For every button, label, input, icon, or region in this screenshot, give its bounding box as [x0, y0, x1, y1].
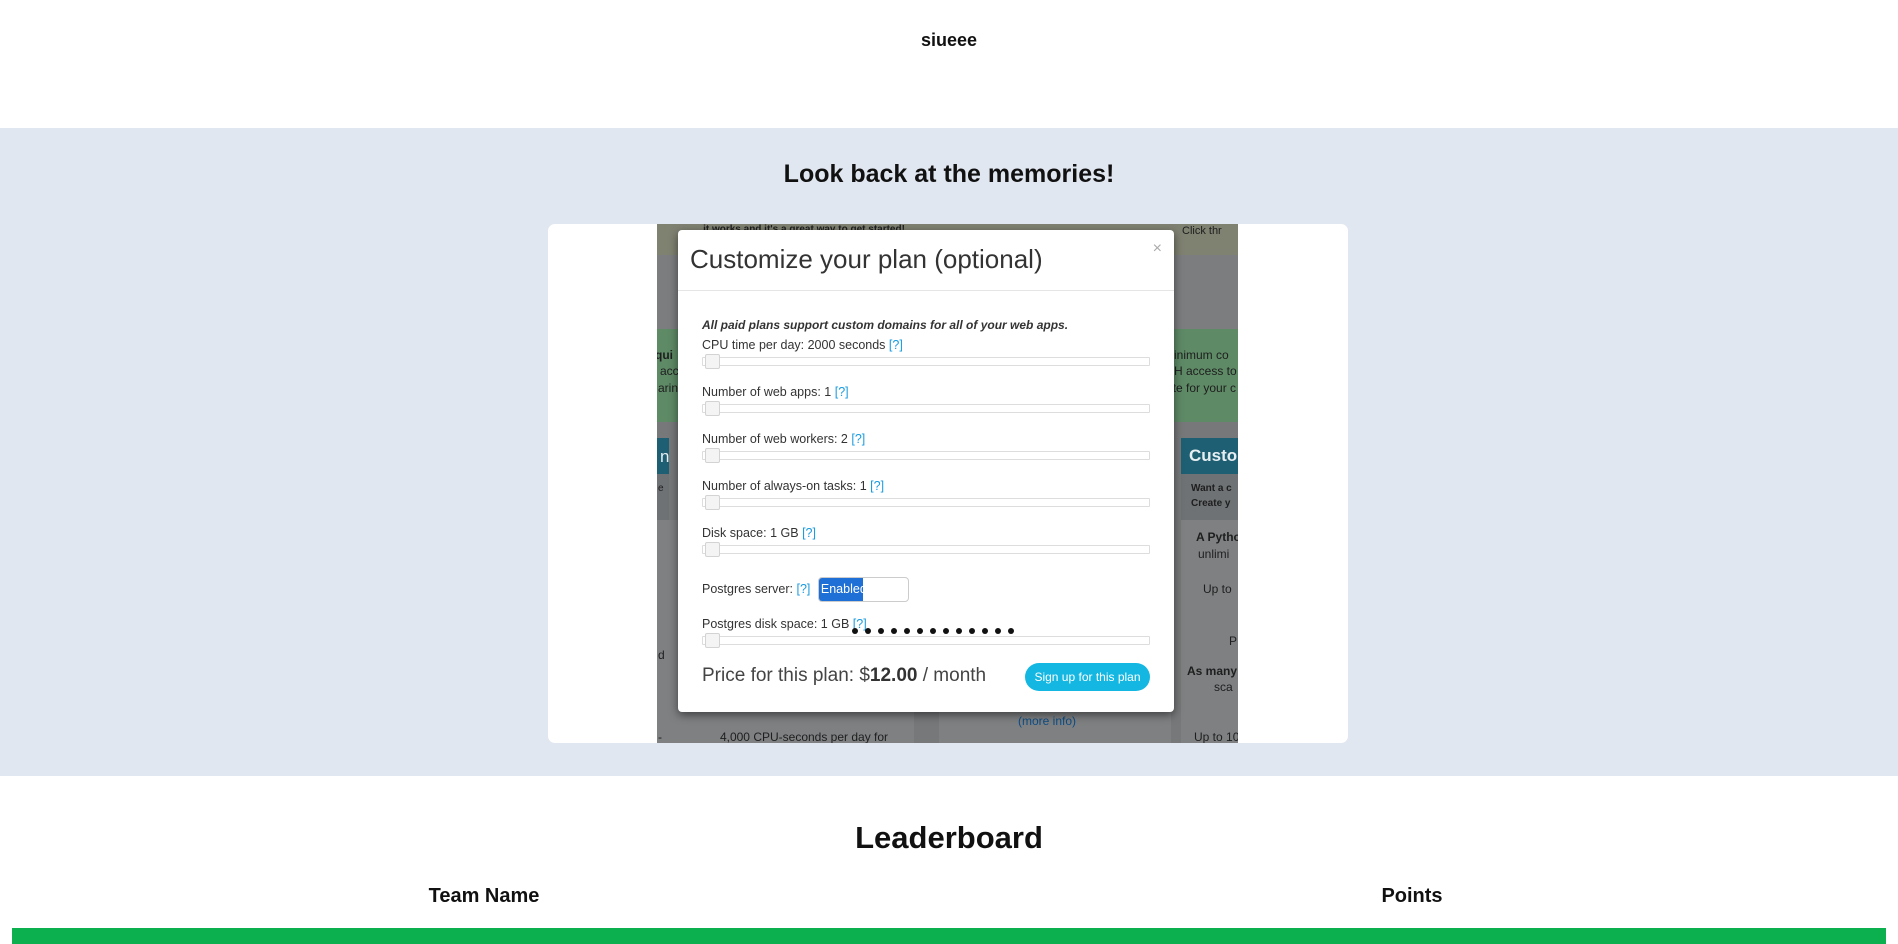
- slider-row: Number of web workers: 2 [?]: [702, 432, 865, 446]
- leaderboard-header-row: [12, 928, 1886, 944]
- plan-slider: [702, 354, 1150, 369]
- bg-text: Click thr: [1182, 225, 1222, 237]
- slider-handle: [705, 401, 720, 416]
- carousel-dot[interactable]: [982, 628, 988, 634]
- memories-section: Look back at the memories! it works and …: [0, 128, 1898, 776]
- memories-title: Look back at the memories!: [783, 160, 1115, 188]
- bg-text: minimum co: [1174, 348, 1229, 362]
- bg-text: Want a c: [1191, 483, 1232, 494]
- bg-text: A Pytho: [1196, 530, 1238, 544]
- slider-label: Number of always-on tasks: 1: [702, 479, 867, 493]
- bg-text: 4,000 CPU-seconds per day for: [719, 730, 889, 743]
- help-link: [?]: [802, 526, 816, 540]
- slider-label: CPU time per day: 2000 seconds: [702, 338, 886, 352]
- bg-text: e: [658, 483, 664, 494]
- plan-slider: [702, 448, 1150, 463]
- slider-label: Disk space: 1 GB: [702, 526, 799, 540]
- custom-domains-note: All paid plans support custom domains fo…: [702, 318, 1069, 332]
- carousel-slide-image: it works and it's a great way to get sta…: [657, 224, 1238, 743]
- help-link: [?]: [851, 432, 866, 446]
- slider-row: Disk space: 1 GB [?]: [702, 526, 816, 540]
- carousel-dot[interactable]: [943, 628, 949, 634]
- more-info-link: (more info): [1017, 714, 1077, 728]
- slider-handle: [705, 354, 720, 369]
- bg-text: As many: [1187, 664, 1238, 678]
- leaderboard-title: Leaderboard: [855, 820, 1043, 855]
- carousel-dot[interactable]: [917, 628, 923, 634]
- carousel-dot[interactable]: [891, 628, 897, 634]
- bg-text: Up to 10: [1194, 730, 1238, 743]
- slider-label: Postgres disk space: 1 GB: [702, 617, 850, 631]
- help-link: [?]: [834, 385, 849, 399]
- plan-price: Price for this plan: $12.00 / month: [702, 665, 986, 687]
- carousel-dots: [852, 628, 1052, 638]
- bg-text: acc: [660, 364, 678, 378]
- bg-card: [1181, 474, 1238, 520]
- postgres-server-label: Postgres server:: [702, 581, 794, 596]
- bg-text: unlimi: [1198, 547, 1230, 561]
- bg-right-strip: Click thr minimum co SH access to ate fo…: [1174, 224, 1238, 743]
- bg-text: sca: [1214, 680, 1233, 694]
- slider-row: Number of web apps: 1 [?]: [702, 385, 849, 399]
- carousel-dot[interactable]: [852, 628, 858, 634]
- bg-card-header: Custom: [1181, 438, 1238, 474]
- plan-slider: [702, 495, 1150, 510]
- price-value: 12.00: [869, 665, 918, 686]
- postgres-toggle: Enabled: [817, 577, 909, 602]
- carousel-dot[interactable]: [995, 628, 1001, 634]
- postgres-server-row: Postgres server: [?] Enabled: [702, 577, 909, 602]
- slider-handle: [705, 542, 720, 557]
- bg-text: -qui: [657, 348, 673, 362]
- help-link: [?]: [870, 479, 885, 493]
- slider-handle: [705, 448, 720, 463]
- carousel-dot[interactable]: [904, 628, 910, 634]
- bg-text: SH access to: [1174, 364, 1237, 378]
- customize-plan-modal: Customize your plan (optional) × All pai…: [678, 230, 1174, 712]
- help-link: [?]: [796, 581, 811, 596]
- bg-text: P: [1229, 634, 1238, 648]
- bg-text: arin: [658, 381, 678, 395]
- carousel-dot[interactable]: [969, 628, 975, 634]
- bg-text: n: [660, 447, 670, 466]
- plan-slider: [702, 401, 1150, 416]
- slider-row: CPU time per day: 2000 seconds [?]: [702, 338, 903, 352]
- price-suffix: / month: [917, 665, 987, 686]
- divider: [678, 290, 1174, 291]
- bg-left-strip: -qui acc arin n e d -: [657, 224, 678, 743]
- slider-handle: [705, 633, 720, 648]
- carousel-dot[interactable]: [1008, 628, 1014, 634]
- close-icon: ×: [1152, 240, 1162, 257]
- carousel-dot[interactable]: [930, 628, 936, 634]
- carousel-dot[interactable]: [878, 628, 884, 634]
- column-header-team-name: Team Name: [428, 885, 540, 907]
- slider-label: Number of web workers: 2: [702, 432, 848, 446]
- column-header-points: Points: [1381, 885, 1443, 907]
- signup-button: Sign up for this plan: [1025, 663, 1150, 691]
- toggle-on-label: Enabled: [818, 578, 867, 601]
- carousel-dot[interactable]: [865, 628, 871, 634]
- bg-text: Create y: [1191, 498, 1231, 509]
- price-prefix: Price for this plan: $: [702, 665, 870, 686]
- modal-title: Customize your plan (optional): [690, 244, 1043, 274]
- slider-row: Number of always-on tasks: 1 [?]: [702, 479, 884, 493]
- bg-text: d: [658, 648, 665, 662]
- help-link: [?]: [888, 338, 903, 352]
- postgres-disk-label: Postgres disk space: 1 GB [?]: [702, 617, 867, 631]
- bg-text: Up to: [1203, 582, 1232, 596]
- bg-text: ate for your c: [1174, 381, 1237, 395]
- plan-slider: [702, 542, 1150, 557]
- carousel-dot[interactable]: [956, 628, 962, 634]
- bg-text: -: [658, 730, 662, 743]
- slider-label: Number of web apps: 1: [702, 385, 832, 399]
- site-title: siueee: [920, 30, 978, 50]
- slider-handle: [705, 495, 720, 510]
